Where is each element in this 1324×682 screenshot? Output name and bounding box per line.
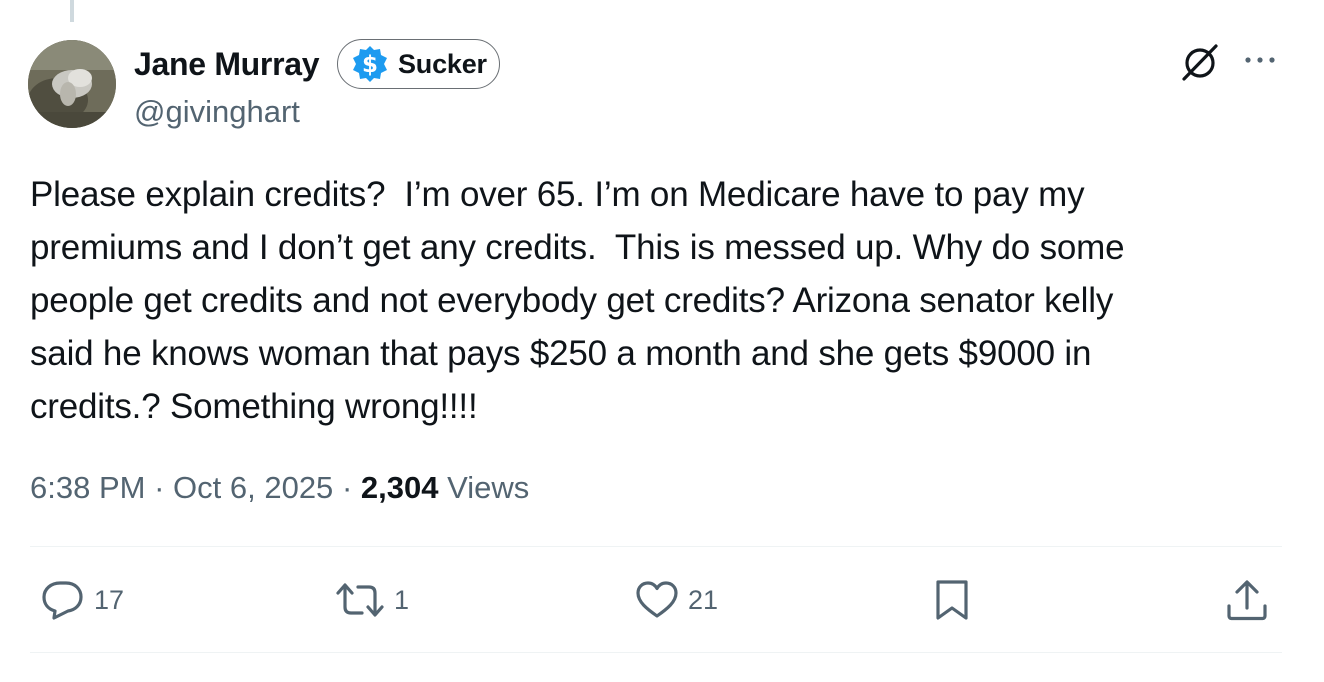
reply-icon — [42, 581, 83, 620]
repost-count: 1 — [394, 584, 410, 615]
divider — [30, 546, 1282, 547]
share-icon — [1227, 580, 1267, 621]
share-button[interactable] — [1224, 578, 1270, 622]
views-count: 2,304 — [360, 470, 439, 505]
tweet-text: Please explain credits? I’m over 65. I’m… — [30, 175, 1125, 426]
user-label-badge[interactable]: $ Sucker — [337, 39, 500, 89]
dollar-circle-icon: $ — [353, 46, 387, 82]
heart-icon — [636, 581, 678, 618]
like-count: 21 — [688, 584, 719, 615]
repost-icon — [336, 583, 384, 617]
reply-count: 17 — [94, 584, 125, 615]
avatar-image — [28, 40, 116, 128]
repost-button[interactable]: 1 — [334, 578, 409, 622]
divider — [30, 652, 1282, 653]
reply-button[interactable]: 17 — [40, 578, 124, 622]
grok-icon[interactable] — [1178, 40, 1222, 84]
thread-connector-line — [70, 0, 74, 22]
bookmark-icon — [936, 580, 968, 620]
badge-label: Sucker — [398, 48, 487, 79]
like-button[interactable]: 21 — [634, 578, 718, 622]
avatar[interactable] — [28, 40, 116, 128]
author-display-name[interactable]: Jane Murray — [134, 44, 320, 84]
tweet-date[interactable]: Oct 6, 2025 — [173, 470, 333, 505]
views-label: Views — [447, 470, 530, 505]
svg-text:$: $ — [362, 52, 378, 78]
more-icon[interactable] — [1240, 50, 1280, 70]
meta-separator: · — [154, 470, 165, 505]
author-handle[interactable]: @givinghart — [134, 92, 300, 132]
meta-separator: · — [341, 470, 353, 505]
tweet-time[interactable]: 6:38 PM — [30, 470, 145, 505]
bookmark-button[interactable] — [932, 578, 972, 622]
tweet-metadata: 6:38 PM · Oct 6, 2025 · 2,304 Views — [30, 468, 529, 508]
